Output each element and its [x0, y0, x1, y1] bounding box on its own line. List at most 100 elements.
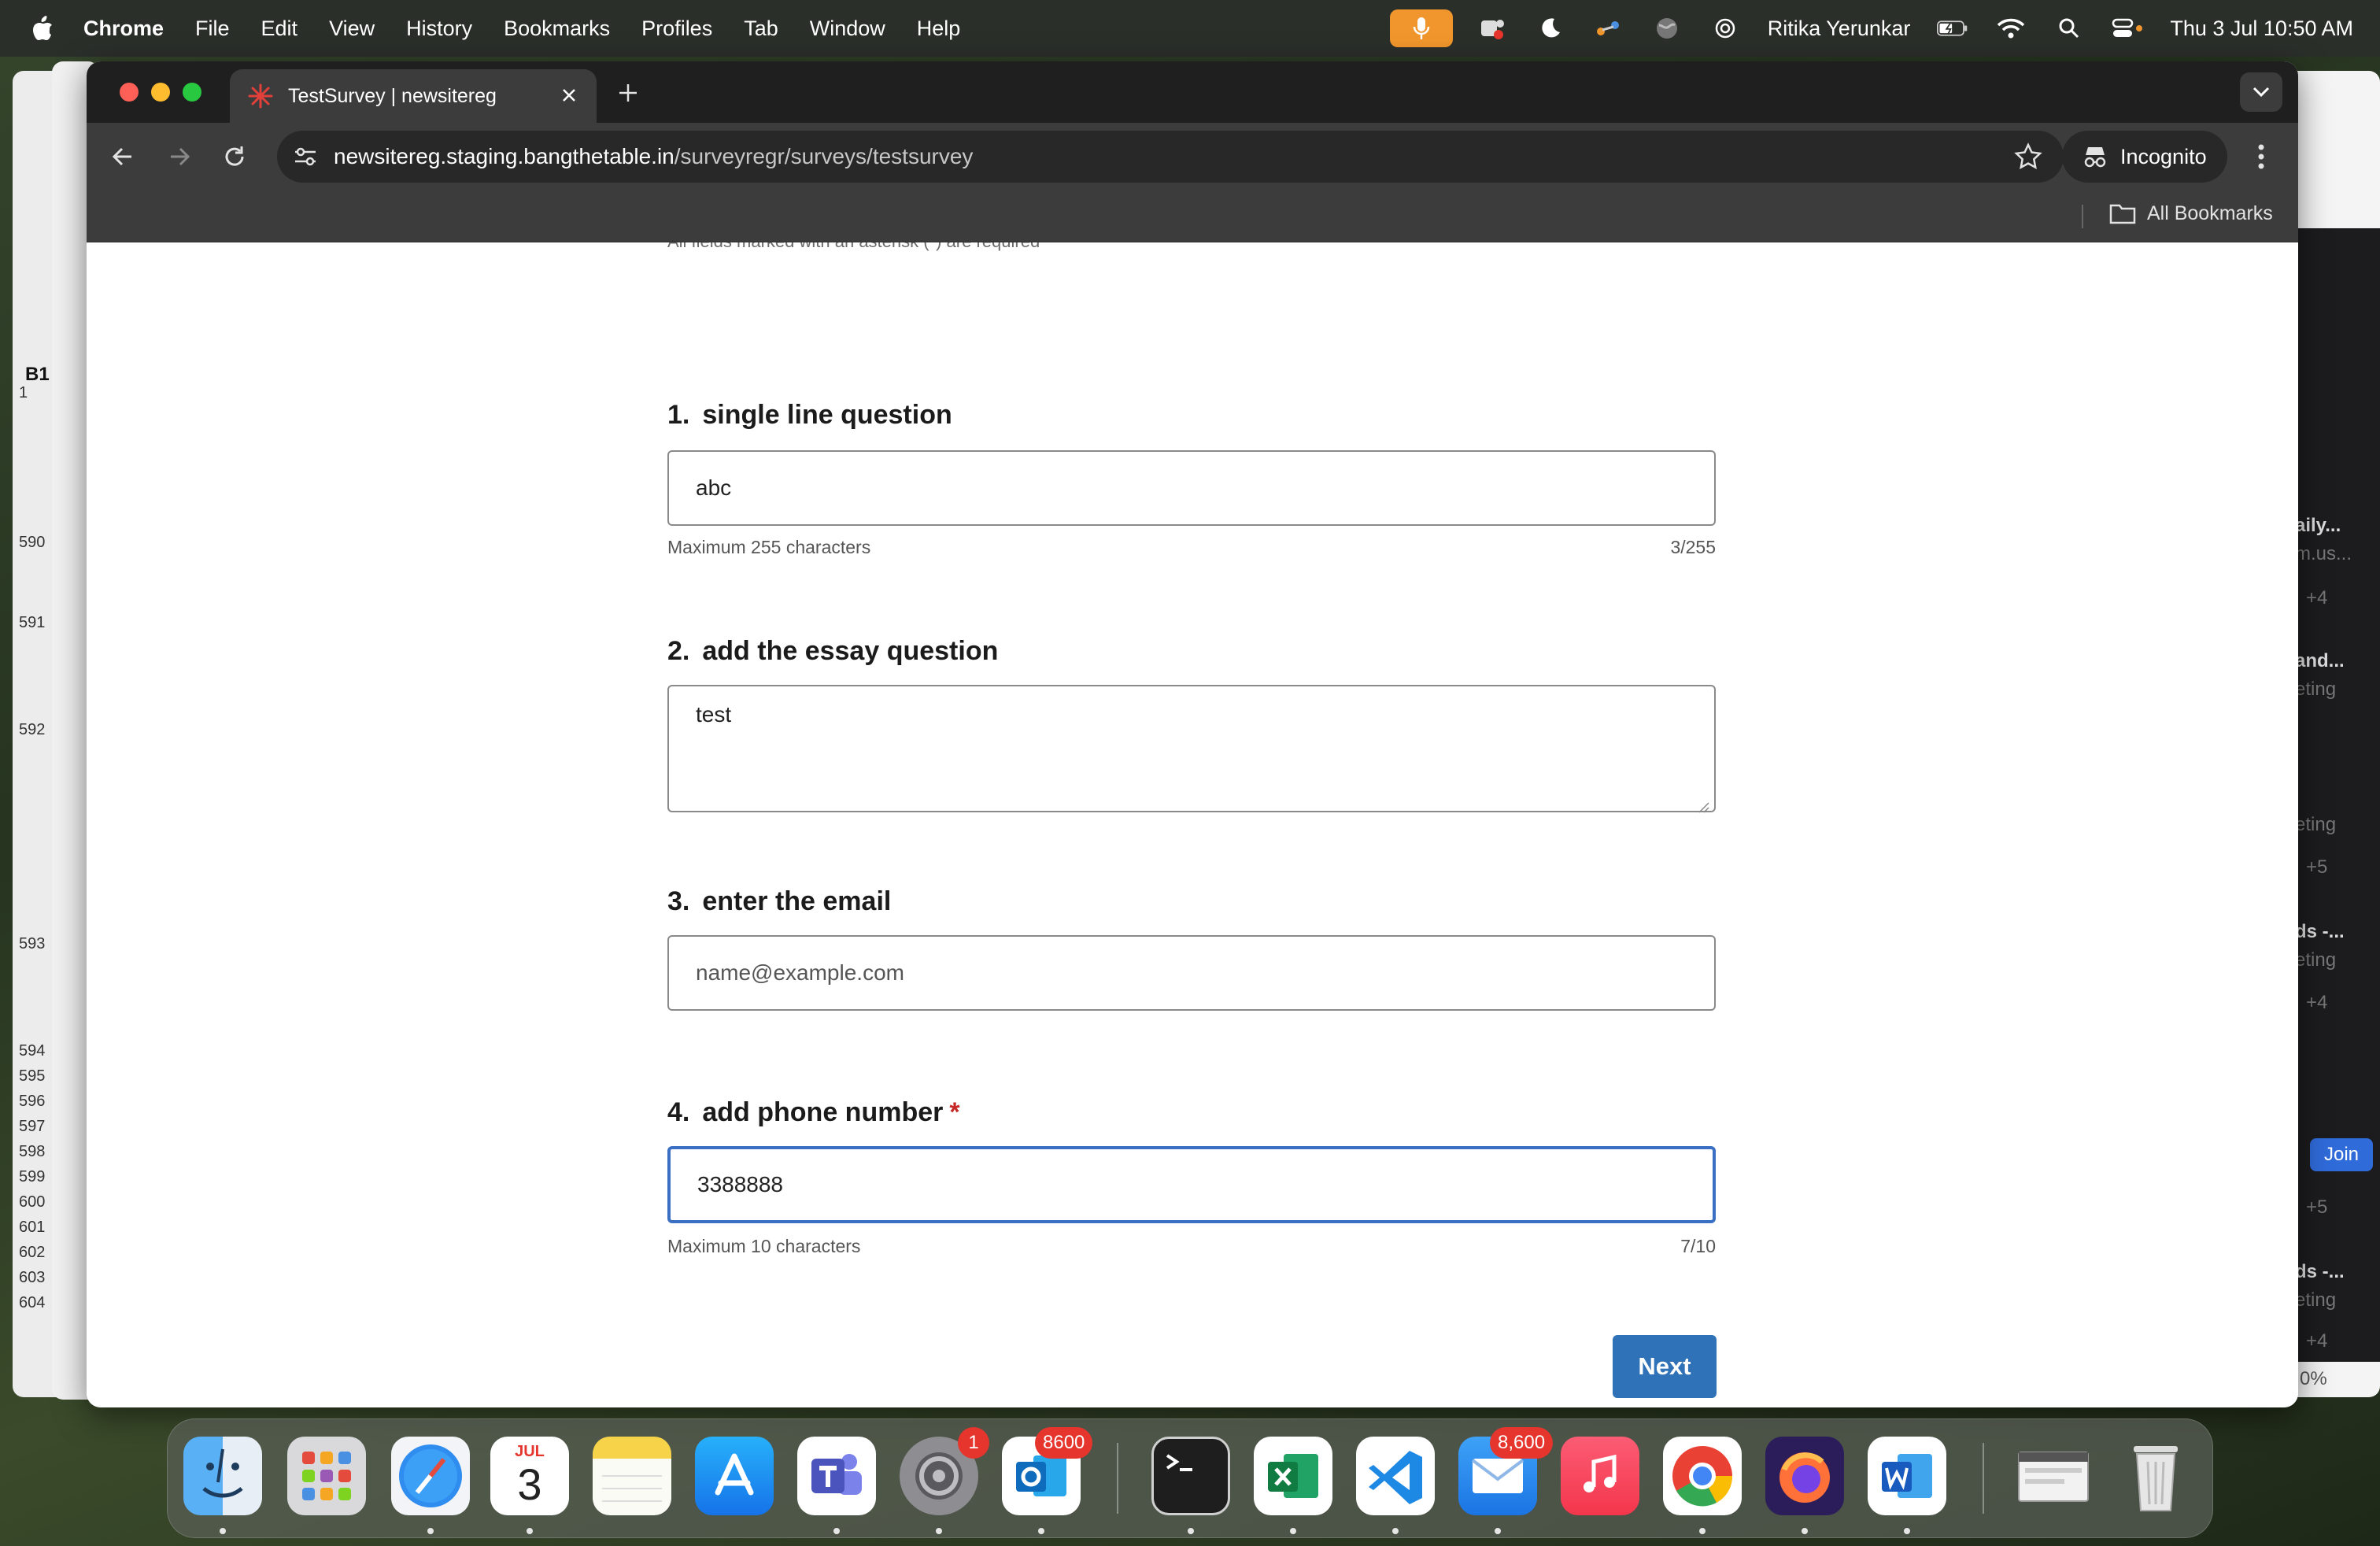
microphone-icon[interactable]	[1389, 9, 1453, 47]
incognito-profile-button[interactable]: Incognito	[2062, 131, 2227, 183]
terminal-icon[interactable]	[1151, 1437, 1230, 1515]
close-window-button[interactable]	[120, 83, 139, 102]
single-line-input[interactable]: abc	[667, 450, 1716, 526]
url-host: newsitereg.staging.bangthetable.in	[334, 144, 674, 168]
close-tab-icon[interactable]	[557, 83, 581, 107]
question-3-label: 3. enter the email	[667, 886, 891, 917]
question-1-label: 1. single line question	[667, 400, 952, 431]
spotlight-search-icon[interactable]	[2053, 13, 2085, 44]
character-count: 3/255	[1670, 537, 1716, 557]
menu-edit[interactable]: Edit	[261, 17, 298, 41]
finder-icon[interactable]	[183, 1437, 262, 1515]
user-name[interactable]: Ritika Yerunkar	[1768, 17, 1911, 41]
calendar-event-subtitle: eting	[2295, 1289, 2337, 1311]
forward-arrow-icon[interactable]	[164, 141, 195, 172]
notes-icon[interactable]	[593, 1437, 671, 1515]
address-bar[interactable]: newsitereg.staging.bangthetable.in/surve…	[277, 131, 2064, 183]
menu-window[interactable]: Window	[810, 17, 885, 41]
site-settings-tune-icon[interactable]	[291, 142, 320, 171]
chrome-icon[interactable]	[1663, 1437, 1742, 1515]
essay-textarea[interactable]: test	[667, 685, 1716, 813]
join-meeting-button[interactable]: Join	[2310, 1138, 2373, 1171]
calendar-event-count: +4	[2306, 587, 2328, 608]
vscode-icon[interactable]	[1356, 1437, 1435, 1515]
calendar-icon[interactable]: JUL 3	[490, 1437, 569, 1515]
calendar-event-count: +5	[2306, 856, 2328, 878]
next-button[interactable]: Next	[1613, 1335, 1717, 1398]
microsoft-teams-icon[interactable]	[797, 1437, 876, 1515]
apple-menu-icon[interactable]	[31, 15, 54, 42]
word-icon[interactable]	[1868, 1437, 1946, 1515]
link-status-icon[interactable]	[1593, 13, 1624, 44]
email-input-placeholder: name@example.com	[696, 960, 904, 985]
dock-separator	[1117, 1443, 1118, 1514]
teams-status-icon[interactable]	[1476, 13, 1508, 44]
running-indicator	[1290, 1528, 1296, 1534]
minimize-window-button[interactable]	[151, 83, 170, 102]
menu-bar-clock[interactable]: Thu 3 Jul 10:50 AM	[2170, 17, 2353, 41]
max-length-hint: Maximum 255 characters	[667, 537, 871, 557]
phone-number-input[interactable]: 3388888	[667, 1146, 1716, 1223]
reload-icon[interactable]	[219, 141, 250, 172]
menu-history[interactable]: History	[406, 17, 472, 41]
calendar-event-count: +4	[2306, 1330, 2328, 1352]
safari-icon[interactable]	[391, 1437, 470, 1515]
excel-row-number: 1	[19, 384, 28, 401]
bookmarks-bar: All Bookmarks	[87, 190, 2298, 242]
trash-icon[interactable]	[2116, 1437, 2195, 1515]
menu-profiles[interactable]: Profiles	[641, 17, 712, 41]
excel-row-number: 597	[19, 1118, 46, 1135]
battery-icon[interactable]	[1937, 13, 1968, 44]
calendar-event-title[interactable]: ds -...	[2295, 921, 2345, 943]
dock-separator	[1983, 1443, 1984, 1514]
excel-row-number: 596	[19, 1093, 46, 1110]
chatgpt-icon[interactable]	[1709, 13, 1741, 44]
music-icon[interactable]	[1561, 1437, 1639, 1515]
back-arrow-icon[interactable]	[107, 141, 139, 172]
question-text: add phone number	[702, 1097, 944, 1127]
downloads-stack-icon[interactable]	[2014, 1437, 2093, 1515]
running-indicator	[427, 1528, 434, 1534]
moon-icon[interactable]	[1535, 13, 1566, 44]
running-indicator	[1699, 1528, 1706, 1534]
excel-row-number: 595	[19, 1067, 46, 1085]
macos-dock: JUL 3 1 8600 8,600	[167, 1418, 2213, 1538]
all-bookmarks-button[interactable]: All Bookmarks	[2109, 202, 2273, 225]
bookmarks-separator	[2082, 205, 2083, 228]
menu-app-name[interactable]: Chrome	[83, 17, 164, 41]
app-store-icon[interactable]	[695, 1437, 774, 1515]
calendar-event-count: +4	[2306, 992, 2328, 1013]
tab-search-chevron-icon[interactable]	[2240, 72, 2282, 112]
excel-row-number: 600	[19, 1193, 46, 1211]
calendar-event-title[interactable]: aily...	[2295, 515, 2341, 537]
wifi-icon[interactable]	[1995, 13, 2027, 44]
calendar-event-title[interactable]: and...	[2295, 650, 2345, 672]
running-indicator	[1802, 1528, 1808, 1534]
tab-testsurvey[interactable]: TestSurvey | newsitereg	[230, 69, 597, 123]
excel-row-number: 591	[19, 614, 46, 631]
resize-handle-icon[interactable]	[1697, 793, 1709, 813]
bookmark-star-icon[interactable]	[2013, 142, 2043, 172]
menu-tab[interactable]: Tab	[744, 17, 778, 41]
calendar-day: 3	[517, 1459, 542, 1509]
menu-file[interactable]: File	[195, 17, 230, 41]
calendar-event-subtitle: eting	[2295, 814, 2337, 835]
excel-icon[interactable]	[1254, 1437, 1332, 1515]
new-tab-icon[interactable]	[612, 77, 644, 109]
firefox-icon[interactable]	[1765, 1437, 1844, 1515]
menu-help[interactable]: Help	[917, 17, 961, 41]
calendar-event-title[interactable]: ds -...	[2295, 1261, 2345, 1283]
max-length-hint: Maximum 10 characters	[667, 1236, 861, 1256]
control-center-icon[interactable]	[2112, 13, 2143, 44]
email-input[interactable]: name@example.com	[667, 935, 1716, 1011]
tab-title: TestSurvey | newsitereg	[288, 84, 497, 107]
launchpad-icon[interactable]	[287, 1437, 366, 1515]
menu-bookmarks[interactable]: Bookmarks	[504, 17, 610, 41]
menu-view[interactable]: View	[329, 17, 375, 41]
zoom-window-button[interactable]	[183, 83, 201, 102]
incognito-label: Incognito	[2120, 144, 2207, 168]
globe-icon[interactable]	[1651, 13, 1683, 44]
macos-menu-bar: Chrome File Edit View History Bookmarks …	[0, 0, 2380, 57]
chrome-menu-icon[interactable]	[2246, 142, 2276, 172]
essay-textarea-value: test	[696, 702, 732, 727]
